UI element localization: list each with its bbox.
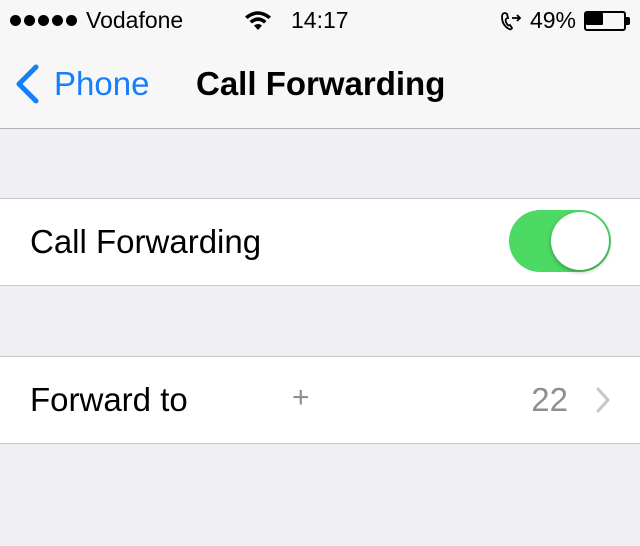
battery-fill	[586, 12, 603, 25]
signal-dot	[24, 15, 35, 26]
status-bar-left: Vodafone	[10, 7, 183, 34]
battery-tip	[626, 16, 630, 25]
navigation-bar: Phone Call Forwarding	[0, 40, 640, 129]
call-forwarding-label: Call Forwarding	[30, 223, 262, 260]
back-button[interactable]: Phone	[14, 64, 149, 104]
signal-dot	[10, 15, 21, 26]
signal-dot	[38, 15, 49, 26]
carrier-name: Vodafone	[86, 7, 184, 33]
status-bar: Vodafone 14:17 49%	[0, 0, 640, 40]
signal-strength-icon	[10, 15, 77, 26]
forward-number-prefix: +	[292, 381, 310, 414]
page-title: Call Forwarding	[196, 65, 446, 102]
toggle-knob	[551, 212, 609, 270]
call-forwarding-icon	[501, 11, 522, 30]
signal-dot	[52, 15, 63, 26]
battery-icon	[584, 10, 630, 31]
call-forwarding-cell: Call Forwarding	[0, 198, 640, 286]
wifi-icon	[245, 10, 271, 30]
chevron-left-icon	[16, 64, 39, 104]
forward-to-cell[interactable]: Forward to + 22	[0, 356, 640, 444]
signal-dot	[66, 15, 77, 26]
status-time: 14:17	[291, 7, 349, 33]
chevron-right-icon	[596, 387, 610, 413]
call-forwarding-toggle[interactable]	[509, 210, 611, 272]
back-button-label: Phone	[54, 65, 150, 102]
status-bar-right: 49%	[500, 7, 630, 34]
status-bar-center: 14:17	[244, 7, 349, 34]
forward-number-value: 22	[531, 381, 568, 418]
battery-percent: 49%	[529, 7, 576, 33]
forward-to-label: Forward to	[30, 381, 188, 418]
